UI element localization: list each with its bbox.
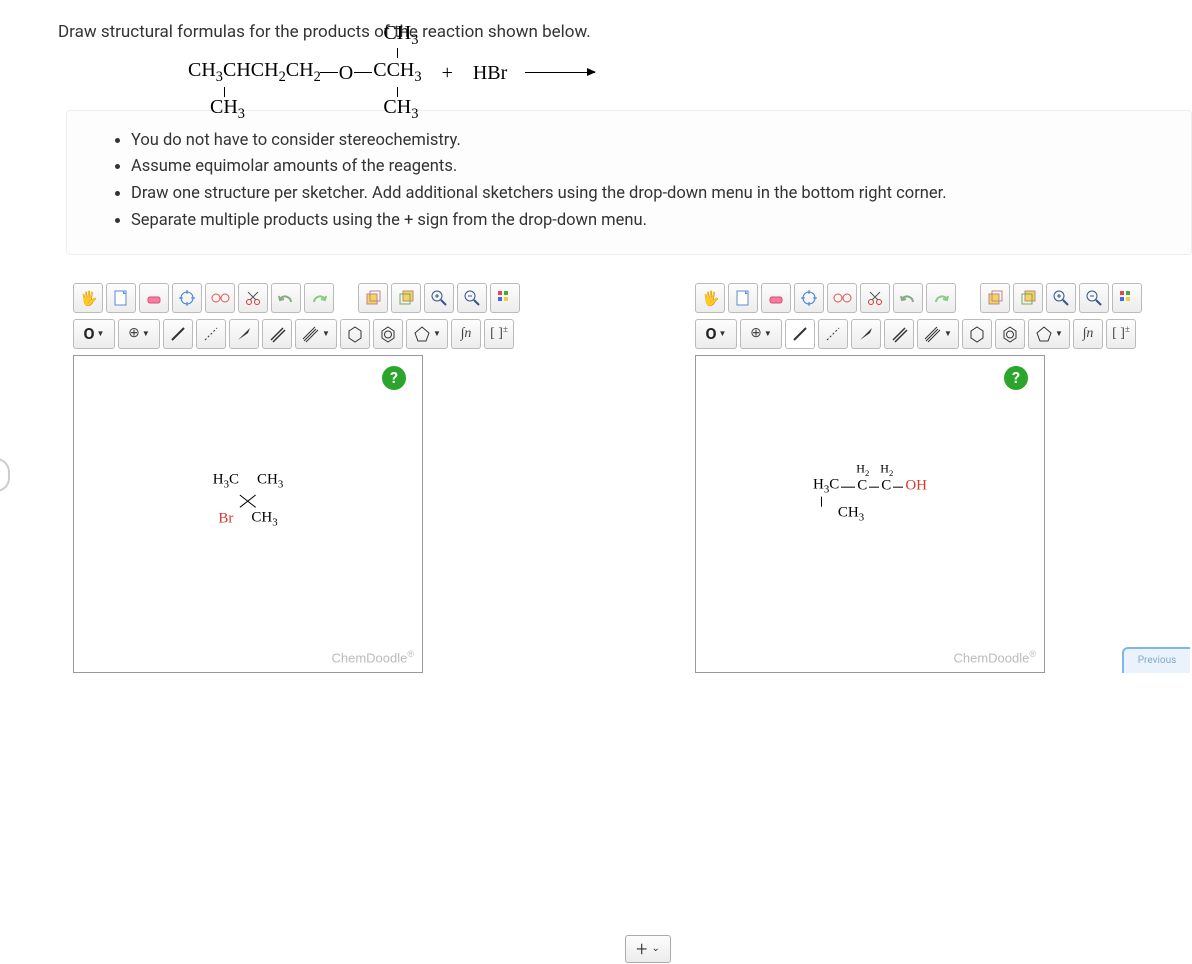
sketcher-canvas[interactable]: ? H3C CH3 Br CH3 ChemDoodle® xyxy=(73,355,423,673)
sketcher-left: 🖐 O▼ ⊕▼ xyxy=(73,283,601,673)
move-center-icon[interactable] xyxy=(794,283,824,313)
glasses-icon[interactable] xyxy=(827,283,857,313)
help-icon[interactable]: ? xyxy=(382,366,406,390)
open-file-icon[interactable] xyxy=(728,283,758,313)
reactant-left-main: CH3CHCH2CH2 xyxy=(188,60,321,85)
eraser-icon[interactable] xyxy=(761,283,791,313)
single-bond-icon[interactable] xyxy=(163,319,193,349)
integral-n-icon[interactable]: ∫n xyxy=(1073,319,1103,349)
brackets-charge-icon[interactable]: [ ]± xyxy=(484,319,514,349)
previous-button-peek[interactable]: Previous xyxy=(1122,647,1190,673)
svg-text:🖐: 🖐 xyxy=(80,289,97,307)
glasses-icon[interactable] xyxy=(205,283,235,313)
hint-item: Draw one structure per sketcher. Add add… xyxy=(131,182,1169,207)
redo-icon[interactable] xyxy=(926,283,956,313)
svg-text:🖐: 🖐 xyxy=(702,289,719,307)
cyclopentane-icon[interactable]: ▼ xyxy=(1028,319,1070,349)
drawn-molecule-left[interactable]: H3C CH3 Br CH3 xyxy=(213,473,284,530)
undo-icon[interactable] xyxy=(893,283,923,313)
hint-item: You do not have to consider stereochemis… xyxy=(131,129,1169,154)
double-bond-icon[interactable] xyxy=(884,319,914,349)
palette-icon[interactable] xyxy=(490,283,520,313)
hand-tool-icon[interactable]: 🖐 xyxy=(73,283,103,313)
open-file-icon[interactable] xyxy=(106,283,136,313)
cube-front-icon[interactable] xyxy=(358,283,388,313)
palette-icon[interactable] xyxy=(1112,283,1142,313)
question-prompt: Draw structural formulas for the product… xyxy=(58,20,1192,46)
scissors-icon[interactable] xyxy=(860,283,890,313)
dotted-bond-icon[interactable] xyxy=(818,319,848,349)
help-icon[interactable]: ? xyxy=(1004,366,1028,390)
bromine-atom: Br xyxy=(218,512,233,528)
reactant-right-sub: CH3 xyxy=(383,97,418,122)
cyclohexane-icon[interactable] xyxy=(340,319,370,349)
zoom-out-icon[interactable] xyxy=(457,283,487,313)
toolbar-spacer xyxy=(959,283,977,313)
sketcher-toolbar: 🖐 O▼ ⊕▼ ▼ xyxy=(695,283,1192,349)
undo-icon[interactable] xyxy=(271,283,301,313)
cyclopentane-icon[interactable]: ▼ xyxy=(406,319,448,349)
redo-icon[interactable] xyxy=(304,283,334,313)
ether-o: O xyxy=(339,58,353,88)
charge-plus-button[interactable]: ⊕▼ xyxy=(118,319,160,349)
zoom-in-icon[interactable] xyxy=(424,283,454,313)
cube-back-icon[interactable] xyxy=(391,283,421,313)
sketcher-toolbar: 🖐 O▼ ⊕▼ xyxy=(73,283,601,349)
benzene-icon[interactable] xyxy=(373,319,403,349)
hint-item: Assume equimolar amounts of the reagents… xyxy=(131,155,1169,180)
sketcher-row: 🖐 O▼ ⊕▼ xyxy=(73,283,1192,673)
double-bond-icon[interactable] xyxy=(262,319,292,349)
question-panel: Draw structural formulas for the product… xyxy=(0,0,1192,673)
sketcher-right: 🖐 O▼ ⊕▼ ▼ xyxy=(695,283,1192,673)
add-sketcher-button[interactable]: + ⌄ xyxy=(625,935,671,963)
instruction-box: You do not have to consider stereochemis… xyxy=(66,110,1192,255)
reactant-right-top: CH3 xyxy=(383,23,418,48)
charge-plus-button[interactable]: ⊕▼ xyxy=(740,319,782,349)
hand-tool-icon[interactable]: 🖐 xyxy=(695,283,725,313)
reaction-equation: CH3CHCH2CH2 CH3 O CH3 CCH3 CH3 xyxy=(188,58,1192,88)
element-oxygen-button[interactable]: O▼ xyxy=(695,319,737,349)
cube-front-icon[interactable] xyxy=(980,283,1010,313)
scissors-icon[interactable] xyxy=(238,283,268,313)
benzene-icon[interactable] xyxy=(995,319,1025,349)
chemdoodle-credit: ChemDoodle® xyxy=(331,648,414,668)
reaction-plus: + xyxy=(442,58,453,88)
eraser-icon[interactable] xyxy=(139,283,169,313)
cube-back-icon[interactable] xyxy=(1013,283,1043,313)
hydroxyl-group: OH xyxy=(905,479,927,495)
triple-bond-icon[interactable]: ▼ xyxy=(295,319,337,349)
wedge-bond-icon[interactable] xyxy=(851,319,881,349)
triple-bond-icon[interactable]: ▼ xyxy=(917,319,959,349)
chemdoodle-credit: ChemDoodle® xyxy=(953,648,1036,668)
move-center-icon[interactable] xyxy=(172,283,202,313)
zoom-out-icon[interactable] xyxy=(1079,283,1109,313)
reaction-arrow-icon xyxy=(525,72,595,73)
wedge-bond-icon[interactable] xyxy=(229,319,259,349)
zoom-in-icon[interactable] xyxy=(1046,283,1076,313)
reagent: HBr xyxy=(473,58,507,88)
dotted-bond-icon[interactable] xyxy=(196,319,226,349)
drawn-molecule-right[interactable]: H3C H2 C H2 C OH xyxy=(785,478,955,525)
reactant-right-main: CCH3 xyxy=(373,60,421,85)
single-bond-icon[interactable] xyxy=(785,319,815,349)
brackets-charge-icon[interactable]: [ ]± xyxy=(1106,319,1136,349)
toolbar-spacer xyxy=(337,283,355,313)
element-oxygen-button[interactable]: O▼ xyxy=(73,319,115,349)
sketcher-canvas[interactable]: ? H3C H2 C H2 C xyxy=(695,355,1045,673)
reactant-left-sub: CH3 xyxy=(210,97,245,122)
hint-item: Separate multiple products using the + s… xyxy=(131,209,1169,234)
integral-n-icon[interactable]: ∫n xyxy=(451,319,481,349)
cyclohexane-icon[interactable] xyxy=(962,319,992,349)
